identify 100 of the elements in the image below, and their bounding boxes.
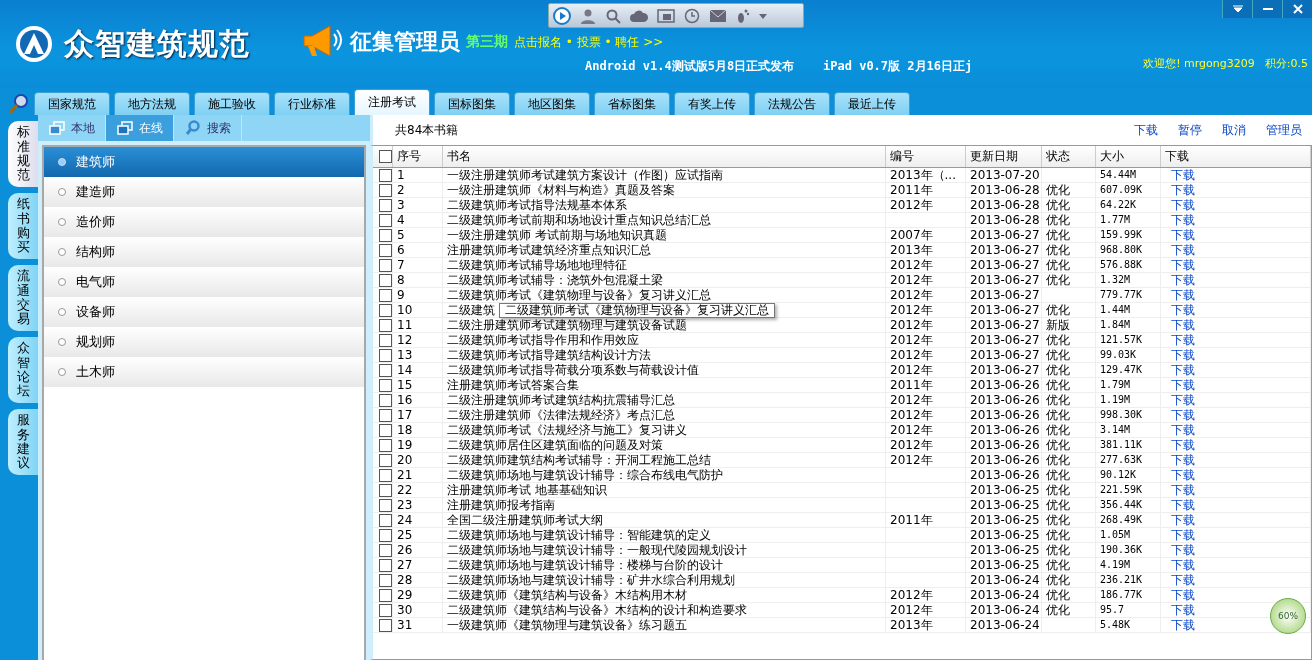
download-link[interactable]: 下载 xyxy=(1165,258,1195,272)
checkbox[interactable] xyxy=(379,453,392,467)
checkbox[interactable] xyxy=(379,258,392,272)
checkbox[interactable] xyxy=(379,363,392,377)
download-link[interactable]: 下载 xyxy=(1165,528,1195,542)
checkbox[interactable] xyxy=(379,288,392,302)
caret-icon[interactable] xyxy=(759,11,767,20)
checkbox[interactable] xyxy=(379,408,392,422)
checkbox[interactable] xyxy=(379,393,392,407)
download-link[interactable]: 下载 xyxy=(1165,408,1195,422)
download-link[interactable]: 下载 xyxy=(1165,168,1195,182)
checkbox[interactable] xyxy=(379,618,392,632)
checkbox[interactable] xyxy=(379,243,392,257)
checkbox[interactable] xyxy=(379,483,392,497)
checkbox[interactable] xyxy=(379,573,392,587)
checkbox[interactable] xyxy=(379,273,392,287)
checkbox[interactable] xyxy=(379,333,392,347)
download-link[interactable]: 下载 xyxy=(1165,513,1195,527)
checkbox[interactable] xyxy=(379,318,392,332)
download-link[interactable]: 下载 xyxy=(1165,288,1195,302)
download-link[interactable]: 下载 xyxy=(1165,573,1195,587)
checkbox[interactable] xyxy=(379,438,392,452)
download-link[interactable]: 下载 xyxy=(1165,468,1195,482)
column-header[interactable]: 下载 xyxy=(1161,146,1311,167)
user-icon[interactable] xyxy=(580,7,596,24)
download-link[interactable]: 下载 xyxy=(1165,483,1195,497)
download-link[interactable]: 下载 xyxy=(1165,333,1195,347)
nav-tab[interactable]: 法规公告 xyxy=(754,92,830,115)
download-link[interactable]: 下载 xyxy=(1165,438,1195,452)
mail-icon[interactable] xyxy=(709,8,727,23)
checkbox[interactable] xyxy=(379,348,392,362)
nav-tab[interactable]: 最近上传 xyxy=(834,92,910,115)
column-header[interactable]: 更新日期 xyxy=(966,146,1042,167)
nav-tab[interactable]: 有奖上传 xyxy=(674,92,750,115)
download-link[interactable]: 下载 xyxy=(1165,228,1195,242)
search-icon[interactable] xyxy=(8,93,30,115)
download-link[interactable]: 下载 xyxy=(1165,183,1195,197)
checkbox[interactable] xyxy=(379,303,392,317)
download-link[interactable]: 下载 xyxy=(1165,618,1195,632)
checkbox[interactable] xyxy=(379,213,392,227)
download-link[interactable]: 下载 xyxy=(1165,498,1195,512)
checkbox[interactable] xyxy=(379,588,392,602)
play-icon[interactable] xyxy=(553,6,571,25)
column-header[interactable]: 状态 xyxy=(1042,146,1096,167)
checkbox[interactable] xyxy=(379,498,392,512)
category-item[interactable]: 建筑师 xyxy=(44,147,364,177)
window-icon[interactable] xyxy=(657,8,675,23)
download-link[interactable]: 下载 xyxy=(1165,198,1195,212)
checkbox[interactable] xyxy=(379,198,392,212)
nav-tab[interactable]: 国标图集 xyxy=(434,92,510,115)
download-link[interactable]: 下载 xyxy=(1165,273,1195,287)
search-icon[interactable] xyxy=(605,7,621,24)
checkbox[interactable] xyxy=(379,378,392,392)
download-link[interactable]: 下载 xyxy=(1165,348,1195,362)
download-link[interactable]: 下载 xyxy=(1165,303,1195,317)
checkbox[interactable] xyxy=(379,150,392,163)
download-link[interactable]: 下载 xyxy=(1165,423,1195,437)
download-link[interactable]: 下载 xyxy=(1165,378,1195,392)
action-link[interactable]: 暂停 xyxy=(1178,121,1202,139)
nav-tab[interactable]: 行业标准 xyxy=(274,92,350,115)
side-tab[interactable]: 服务建议 xyxy=(8,409,38,475)
checkbox[interactable] xyxy=(379,513,392,527)
action-link[interactable]: 管理员 xyxy=(1266,121,1302,139)
download-link[interactable]: 下载 xyxy=(1165,213,1195,227)
menu-button[interactable] xyxy=(1222,0,1252,18)
download-link[interactable]: 下载 xyxy=(1165,363,1195,377)
download-link[interactable]: 下载 xyxy=(1165,453,1195,467)
column-header[interactable]: 序号 xyxy=(393,146,443,167)
side-tab[interactable]: 标准规范 xyxy=(8,121,38,187)
minimize-button[interactable] xyxy=(1252,0,1282,18)
download-link[interactable]: 下载 xyxy=(1165,558,1195,572)
download-link[interactable]: 下载 xyxy=(1165,393,1195,407)
download-link[interactable]: 下载 xyxy=(1165,543,1195,557)
side-tab[interactable]: 流通交易 xyxy=(8,265,38,331)
action-link[interactable]: 下载 xyxy=(1134,121,1158,139)
checkbox[interactable] xyxy=(379,603,392,617)
action-link[interactable]: 取消 xyxy=(1222,121,1246,139)
nav-tab[interactable]: 省标图集 xyxy=(594,92,670,115)
nav-tab[interactable]: 地区图集 xyxy=(514,92,590,115)
footprint-icon[interactable] xyxy=(736,7,750,24)
column-header[interactable]: 大小 xyxy=(1096,146,1161,167)
checkbox[interactable] xyxy=(379,468,392,482)
nav-tab[interactable]: 注册考试 xyxy=(354,89,430,115)
checkbox[interactable] xyxy=(379,543,392,557)
checkbox[interactable] xyxy=(379,423,392,437)
column-header[interactable]: 编号 xyxy=(886,146,966,167)
nav-tab[interactable]: 施工验收 xyxy=(194,92,270,115)
nav-tab[interactable]: 国家规范 xyxy=(34,92,110,115)
side-tab[interactable]: 纸书购买 xyxy=(8,193,38,259)
download-link[interactable]: 下载 xyxy=(1165,243,1195,257)
checkbox[interactable] xyxy=(379,183,392,197)
clock-icon[interactable] xyxy=(684,7,700,24)
source-tab[interactable]: 搜索 xyxy=(174,115,242,141)
nav-tab[interactable]: 地方法规 xyxy=(114,92,190,115)
checkbox[interactable] xyxy=(379,228,392,242)
close-button[interactable] xyxy=(1282,0,1312,18)
side-tab[interactable]: 众智论坛 xyxy=(8,337,38,403)
column-header[interactable]: 书名 xyxy=(443,146,886,167)
cloud-icon[interactable] xyxy=(630,8,648,23)
download-link[interactable]: 下载 xyxy=(1165,603,1195,617)
